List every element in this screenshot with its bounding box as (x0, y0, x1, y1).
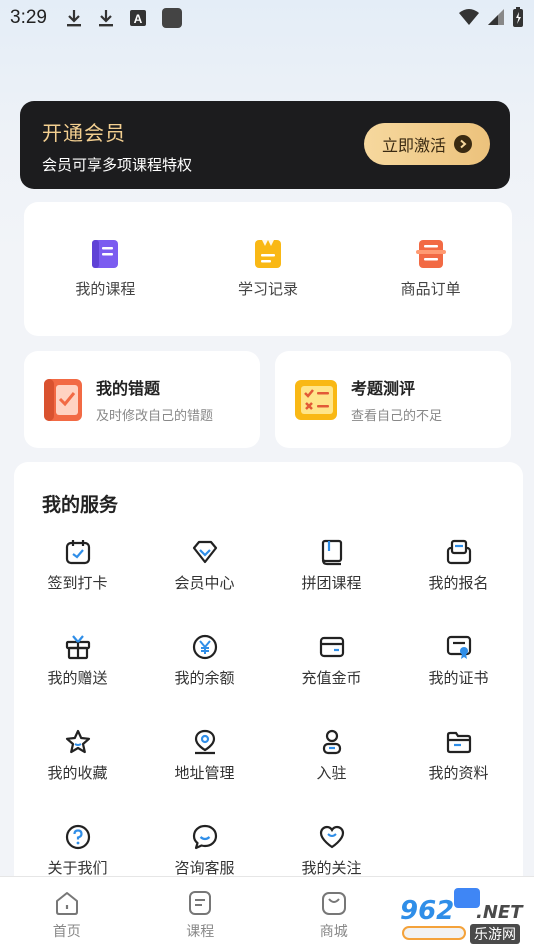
course-icon (189, 891, 212, 915)
location-icon (194, 729, 215, 755)
service-label: 充值金币 (301, 669, 362, 687)
download-icon (65, 8, 83, 28)
nav-shop[interactable]: 商城 (267, 877, 401, 951)
service-label: 入驻 (316, 764, 347, 782)
services-section: 我的服务 签到打卡 会员中心 拼团课程 我的报名 我的赠送 我的余额 充值金币 … (14, 462, 523, 902)
service-about[interactable]: 关于我们 (14, 823, 141, 878)
service-label: 我的报名 (428, 574, 489, 592)
quick-item-study-record[interactable]: 学习记录 (208, 238, 328, 336)
app-square-icon (161, 7, 183, 29)
service-signup[interactable]: 我的报名 (395, 538, 522, 593)
heart-icon (319, 825, 344, 849)
wrong-questions-icon (44, 378, 82, 421)
folder-icon (446, 731, 471, 754)
card-icon (319, 636, 344, 658)
activate-button-label: 立即激活 (381, 136, 446, 155)
service-label: 我的关注 (301, 859, 362, 877)
nav-label: 商城 (319, 924, 348, 940)
card-title: 我的错题 (96, 379, 161, 398)
signup-icon (446, 539, 471, 565)
nav-course[interactable]: 课程 (134, 877, 268, 951)
quick-links-card: 我的课程 学习记录 商品订单 (24, 202, 512, 336)
watermark-cn: 乐游网 (470, 924, 520, 944)
service-vip-center[interactable]: 会员中心 (141, 538, 268, 593)
vip-banner[interactable]: 开通会员 会员可享多项课程特权 立即激活 (20, 101, 510, 189)
service-address[interactable]: 地址管理 (141, 728, 268, 783)
nav-home[interactable]: 首页 (0, 877, 134, 951)
service-label: 签到打卡 (47, 574, 108, 592)
service-materials[interactable]: 我的资料 (395, 728, 522, 783)
service-label: 地址管理 (174, 764, 235, 782)
service-label: 我的赠送 (47, 669, 108, 687)
service-label: 我的余额 (174, 669, 235, 687)
card-subtitle: 查看自己的不足 (351, 409, 443, 424)
nav-label: 课程 (186, 924, 215, 940)
svg-text:A: A (134, 12, 143, 26)
quick-item-orders[interactable]: 商品订单 (371, 238, 491, 336)
service-label: 我的证书 (428, 669, 489, 687)
order-icon (415, 240, 446, 268)
watermark-number: 962 (400, 896, 455, 926)
watermark-ring (402, 926, 466, 940)
service-favorites[interactable]: 我的收藏 (14, 728, 141, 783)
service-label: 关于我们 (47, 859, 108, 877)
service-group-course[interactable]: 拼团课程 (268, 538, 395, 593)
book-icon (321, 539, 342, 566)
service-follow[interactable]: 我的关注 (268, 823, 395, 878)
course-book-icon (92, 240, 119, 268)
star-icon (65, 729, 90, 754)
services-title: 我的服务 (42, 494, 119, 516)
status-time: 3:29 (10, 7, 47, 28)
quick-item-label: 商品订单 (400, 280, 461, 298)
certificate-icon (446, 635, 471, 659)
watermark-logo: 962 .NET 乐游网 (400, 888, 530, 946)
wrong-questions-card[interactable]: 我的错题 及时修改自己的错题 (24, 351, 260, 448)
wifi-icon (458, 8, 480, 31)
signal-icon (486, 8, 506, 31)
chevron-right-icon (454, 135, 472, 153)
exam-review-icon (295, 379, 337, 420)
gift-icon (65, 635, 90, 660)
calendar-check-icon (65, 540, 90, 565)
service-recharge[interactable]: 充值金币 (268, 633, 395, 688)
service-join[interactable]: 入驻 (268, 728, 395, 783)
exam-review-card[interactable]: 考题测评 查看自己的不足 (275, 351, 511, 448)
quick-item-my-courses[interactable]: 我的课程 (45, 238, 165, 336)
shop-icon (321, 892, 346, 915)
service-certificate[interactable]: 我的证书 (395, 633, 522, 688)
service-label: 拼团课程 (301, 574, 362, 592)
diamond-icon (192, 540, 217, 564)
chat-icon (192, 824, 217, 850)
person-icon (322, 729, 341, 755)
service-label: 我的收藏 (47, 764, 108, 782)
question-icon (65, 824, 90, 850)
service-gift[interactable]: 我的赠送 (14, 633, 141, 688)
status-bar: 3:29 A (0, 0, 534, 36)
watermark-suffix: .NET (476, 902, 523, 923)
service-label: 会员中心 (174, 574, 235, 592)
quick-item-label: 学习记录 (237, 280, 298, 298)
card-title: 考题测评 (351, 379, 416, 398)
card-subtitle: 及时修改自己的错题 (96, 409, 214, 424)
service-checkin[interactable]: 签到打卡 (14, 538, 141, 593)
service-balance[interactable]: 我的余额 (141, 633, 268, 688)
service-label: 咨询客服 (174, 859, 235, 877)
nav-label: 首页 (52, 924, 81, 940)
battery-charging-icon (512, 6, 524, 33)
quick-item-label: 我的课程 (75, 280, 136, 298)
service-label: 我的资料 (428, 764, 489, 782)
study-record-icon (254, 240, 281, 268)
home-icon (55, 892, 78, 915)
font-icon: A (129, 9, 147, 27)
download-icon (97, 8, 115, 28)
yuan-icon (192, 634, 217, 660)
activate-button[interactable]: 立即激活 (364, 123, 490, 165)
service-support[interactable]: 咨询客服 (141, 823, 268, 878)
